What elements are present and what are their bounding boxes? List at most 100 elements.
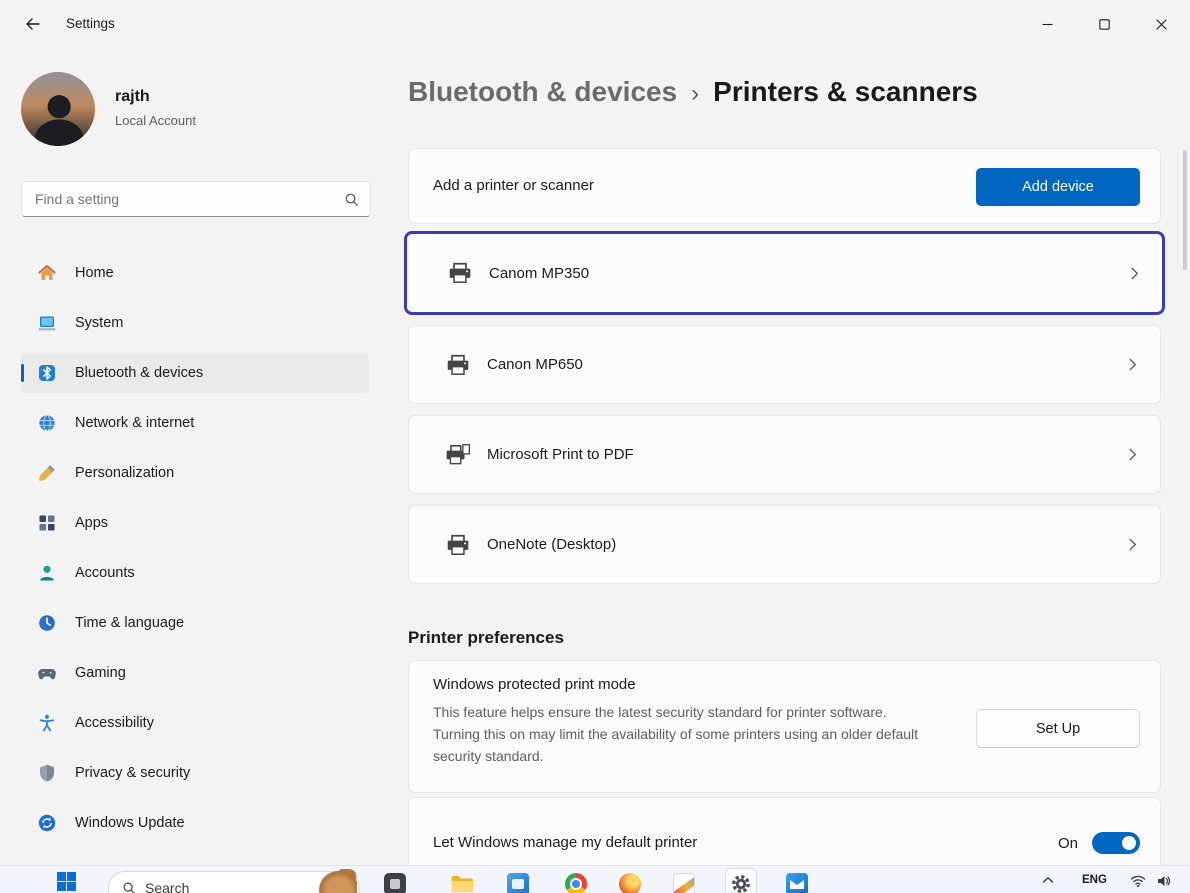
- file-explorer-icon[interactable]: [450, 872, 474, 893]
- sidebar-item-label: Personalization: [75, 465, 174, 481]
- sidebar: rajth Local Account Home System Bluetoot…: [0, 48, 390, 865]
- sidebar-item-label: System: [75, 315, 123, 331]
- user-name: rajth: [115, 88, 150, 106]
- protected-print-description: This feature helps ensure the latest sec…: [433, 701, 923, 767]
- dark-app-icon[interactable]: [383, 872, 407, 893]
- find-setting-input[interactable]: [22, 182, 370, 216]
- printer-row-microsoft-print-to-pdf[interactable]: Microsoft Print to PDF: [408, 415, 1161, 494]
- set-up-button[interactable]: Set Up: [976, 709, 1140, 748]
- language-indicator[interactable]: ENG: [1082, 874, 1107, 886]
- search-icon: [122, 881, 136, 893]
- sidebar-item-home[interactable]: Home: [21, 253, 369, 293]
- search-highlight-image[interactable]: [317, 869, 357, 893]
- printer-preferences-heading: Printer preferences: [408, 628, 564, 648]
- window-controls: [1019, 0, 1190, 48]
- bluetooth-icon: [37, 363, 57, 383]
- wifi-icon[interactable]: [1130, 874, 1146, 888]
- taskbar-search-label: Search: [145, 880, 189, 893]
- default-printer-title: Let Windows manage my default printer: [433, 834, 697, 851]
- sidebar-item-time-language[interactable]: Time & language: [21, 603, 369, 643]
- sidebar-item-bluetooth-devices[interactable]: Bluetooth & devices: [21, 353, 369, 393]
- personalization-icon: [37, 463, 57, 483]
- sidebar-item-system[interactable]: System: [21, 303, 369, 343]
- toggle-knob: [1122, 836, 1136, 850]
- user-account-type: Local Account: [115, 113, 196, 128]
- default-printer-toggle[interactable]: [1092, 832, 1140, 854]
- printer-icon: [445, 353, 471, 377]
- privacy-security-icon: [37, 763, 57, 783]
- minimize-icon: [1042, 19, 1053, 30]
- printer-row-onenote-desktop[interactable]: OneNote (Desktop): [408, 505, 1161, 584]
- windows-start-button[interactable]: [57, 872, 76, 893]
- find-setting-search[interactable]: [21, 181, 371, 217]
- sidebar-item-label: Privacy & security: [75, 765, 190, 781]
- page-title: Printers & scanners: [713, 76, 978, 108]
- close-button[interactable]: [1133, 0, 1190, 48]
- hidden-icons-button[interactable]: [1042, 876, 1054, 884]
- sidebar-item-label: Bluetooth & devices: [75, 365, 203, 381]
- sidebar-item-label: Accessibility: [75, 715, 154, 731]
- protected-print-title: Windows protected print mode: [433, 676, 636, 693]
- taskbar: Search ENG: [0, 865, 1190, 893]
- sidebar-item-label: Time & language: [75, 615, 184, 631]
- gear-icon: [730, 873, 752, 893]
- breadcrumb: Bluetooth & devices › Printers & scanner…: [408, 76, 978, 108]
- sidebar-item-label: Apps: [75, 515, 108, 531]
- accessibility-icon: [37, 713, 57, 733]
- search-icon: [344, 192, 359, 212]
- close-icon: [1156, 19, 1167, 30]
- sidebar-item-label: Accounts: [75, 565, 135, 581]
- windows-update-icon: [37, 813, 57, 833]
- gaming-icon: [37, 663, 57, 683]
- printer-name: Microsoft Print to PDF: [487, 446, 634, 463]
- maximize-button[interactable]: [1076, 0, 1133, 48]
- sidebar-item-label: Gaming: [75, 665, 126, 681]
- system-icon: [37, 313, 57, 333]
- avatar[interactable]: [21, 72, 95, 146]
- taskbar-search-box[interactable]: Search: [108, 871, 360, 893]
- scrollbar-thumb[interactable]: [1183, 150, 1187, 270]
- window-title: Settings: [66, 0, 115, 48]
- maximize-icon: [1099, 19, 1110, 30]
- paint-app-icon[interactable]: [672, 872, 696, 893]
- toggle-state-label: On: [1058, 835, 1078, 852]
- mail-app-icon[interactable]: [785, 872, 809, 893]
- sidebar-nav: Home System Bluetooth & devices Network …: [0, 253, 390, 853]
- sidebar-item-personalization[interactable]: Personalization: [21, 453, 369, 493]
- firefox-icon[interactable]: [618, 872, 642, 893]
- chevron-right-icon: [1127, 266, 1142, 281]
- settings-app-icon[interactable]: [725, 868, 757, 893]
- printer-icon: [445, 533, 471, 557]
- sidebar-item-apps[interactable]: Apps: [21, 503, 369, 543]
- chrome-icon[interactable]: [564, 872, 588, 893]
- network-icon: [37, 413, 57, 433]
- sidebar-item-label: Windows Update: [75, 815, 185, 831]
- time-language-icon: [37, 613, 57, 633]
- printer-name: OneNote (Desktop): [487, 536, 616, 553]
- chevron-right-icon: [1125, 447, 1140, 462]
- sidebar-item-accounts[interactable]: Accounts: [21, 553, 369, 593]
- store-app-icon[interactable]: [506, 872, 530, 893]
- sidebar-item-windows-update[interactable]: Windows Update: [21, 803, 369, 843]
- sidebar-item-label: Network & internet: [75, 415, 194, 431]
- titlebar: Settings: [0, 0, 1190, 48]
- volume-icon[interactable]: [1156, 874, 1172, 888]
- printer-row-canon-mp650[interactable]: Canon MP650: [408, 325, 1161, 404]
- add-printer-label: Add a printer or scanner: [433, 149, 594, 223]
- protected-print-card: Windows protected print mode This featur…: [408, 660, 1161, 793]
- sidebar-item-privacy-security[interactable]: Privacy & security: [21, 753, 369, 793]
- chevron-up-icon: [1042, 876, 1054, 884]
- breadcrumb-separator-icon: ›: [691, 80, 699, 108]
- printer-name: Canon MP650: [487, 356, 583, 373]
- add-device-button[interactable]: Add device: [976, 168, 1140, 206]
- back-button[interactable]: [18, 10, 48, 38]
- arrow-left-icon: [25, 16, 41, 32]
- sidebar-item-accessibility[interactable]: Accessibility: [21, 703, 369, 743]
- minimize-button[interactable]: [1019, 0, 1076, 48]
- sidebar-item-gaming[interactable]: Gaming: [21, 653, 369, 693]
- printer-pdf-icon: [445, 443, 471, 467]
- apps-icon: [37, 513, 57, 533]
- breadcrumb-parent[interactable]: Bluetooth & devices: [408, 76, 677, 108]
- sidebar-item-network-internet[interactable]: Network & internet: [21, 403, 369, 443]
- printer-row-canom-mp350[interactable]: Canom MP350: [404, 231, 1165, 315]
